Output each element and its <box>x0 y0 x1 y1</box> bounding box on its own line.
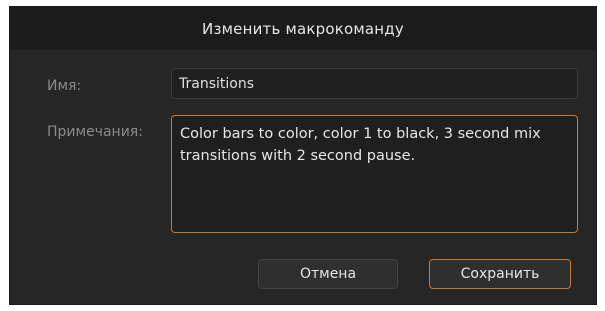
notes-label: Примечания: <box>47 124 143 140</box>
save-button-label: Сохранить <box>460 266 540 282</box>
dialog-title: Изменить макрокоманду <box>202 19 404 38</box>
name-field[interactable]: Transitions <box>171 68 578 99</box>
notes-field-value: Color bars to color, color 1 to black, 3… <box>180 126 541 164</box>
dialog-title-bar: Изменить макрокоманду <box>10 7 596 50</box>
edit-macro-dialog: Изменить макрокоманду Имя: Transitions П… <box>9 6 597 305</box>
name-label: Имя: <box>47 78 82 94</box>
cancel-button[interactable]: Отмена <box>258 259 398 289</box>
save-button[interactable]: Сохранить <box>429 259 571 289</box>
name-field-value: Transitions <box>179 75 254 92</box>
notes-field[interactable]: Color bars to color, color 1 to black, 3… <box>171 115 578 233</box>
cancel-button-label: Отмена <box>299 266 357 282</box>
